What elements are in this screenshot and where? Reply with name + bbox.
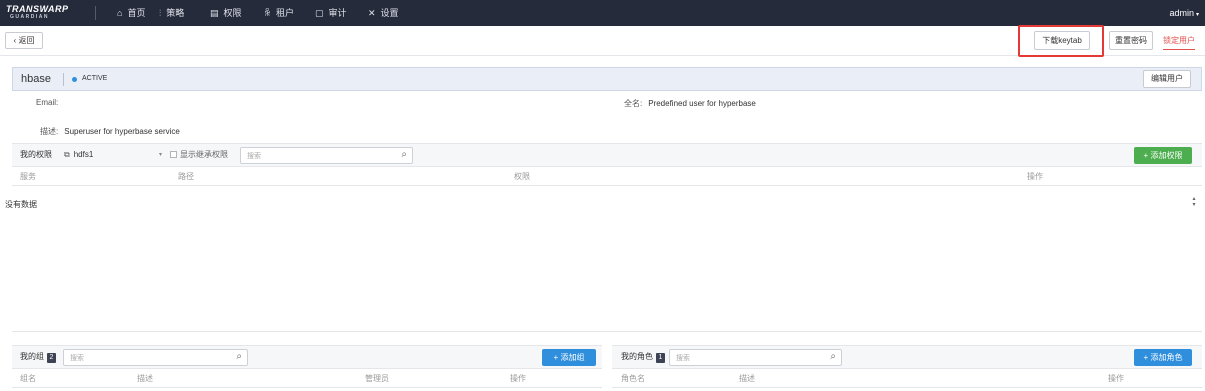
description-field: 描述: Superuser for hyperbase service bbox=[40, 126, 180, 137]
status-badge: ACTIVE bbox=[82, 75, 108, 82]
groups-title-label: 我的组 bbox=[20, 352, 44, 361]
reset-password-button[interactable]: 重置密码 bbox=[1109, 31, 1153, 50]
nav-item-label: 策略 bbox=[166, 8, 185, 18]
logo-subtext: GUARDIAN bbox=[10, 14, 49, 20]
home-icon: ⌂ bbox=[117, 8, 123, 18]
column-header: 管理员 bbox=[365, 374, 389, 383]
add-group-button[interactable]: + 添加组 bbox=[542, 349, 596, 366]
tools-icon: ✕ bbox=[368, 8, 376, 18]
description-value: Superuser for hyperbase service bbox=[64, 127, 180, 136]
document-icon: ▢ bbox=[315, 8, 324, 18]
column-header: 描述 bbox=[137, 374, 153, 383]
groups-table-header: 组名 描述 管理员 操作 bbox=[12, 370, 602, 388]
column-header: 路径 bbox=[178, 172, 194, 181]
role-search-input[interactable] bbox=[676, 352, 813, 364]
back-button[interactable]: ‹ 返回 bbox=[5, 32, 43, 49]
roles-title: 我的角色 1 bbox=[621, 346, 665, 368]
column-header: 描述 bbox=[739, 374, 755, 383]
groups-toolbar: 我的组2 ⌕ + 添加组 bbox=[12, 345, 602, 369]
search-icon[interactable]: ⌕ bbox=[401, 149, 407, 160]
lock-user-button[interactable]: 锁定用户 bbox=[1163, 31, 1195, 50]
section-divider bbox=[12, 331, 1202, 332]
edit-user-button[interactable]: 编辑用户 bbox=[1143, 70, 1191, 88]
nav-item-audit[interactable]: ▢ 审计 bbox=[315, 0, 347, 26]
column-header: 角色名 bbox=[621, 374, 645, 383]
scroll-stepper-icon[interactable]: ▴ ▾ bbox=[1190, 196, 1198, 210]
nav-item-label: 设置 bbox=[380, 8, 399, 18]
permission-search-input[interactable] bbox=[247, 150, 384, 162]
role-search: ⌕ bbox=[669, 349, 842, 366]
nav-item-label: 首页 bbox=[127, 8, 146, 18]
status-dot-icon bbox=[72, 77, 77, 82]
back-button-label: 返回 bbox=[18, 36, 35, 45]
service-select-value: hdfs1 bbox=[73, 150, 94, 159]
checkbox-box[interactable] bbox=[170, 151, 177, 158]
nav-item-label: 审计 bbox=[328, 8, 347, 18]
group-search: ⌕ bbox=[63, 349, 248, 366]
add-role-button[interactable]: + 添加角色 bbox=[1134, 349, 1192, 366]
column-header: 操作 bbox=[1027, 172, 1043, 181]
column-header: 服务 bbox=[20, 172, 36, 181]
username: admin bbox=[1169, 8, 1194, 18]
column-header: 操作 bbox=[510, 374, 526, 383]
fullname-field: 全名: Predefined user for hyperbase bbox=[624, 98, 756, 109]
nav-item-home[interactable]: ⌂ 首页 bbox=[117, 0, 145, 26]
top-navbar: TRANSWARP GUARDIAN ⌂ 首页 ⫶ 策略 ▤ 权限 ꆜ 租户 ▢ 审计 ✕… bbox=[0, 0, 1205, 26]
database-icon: ⧉ bbox=[64, 150, 70, 159]
empty-state-text: 没有数据 bbox=[5, 200, 37, 209]
permissions-title: 我的权限 bbox=[20, 150, 52, 159]
permission-search: ⌕ bbox=[240, 147, 413, 164]
user-menu[interactable]: admin ▾ bbox=[1169, 0, 1199, 26]
roles-count-badge: 1 bbox=[656, 353, 665, 363]
user-header: hbase ACTIVE 编辑用户 bbox=[12, 67, 1202, 91]
header-divider bbox=[63, 73, 64, 86]
server-icon: ▤ bbox=[210, 8, 219, 18]
column-header: 组名 bbox=[20, 374, 36, 383]
add-permission-button[interactable]: + 添加权限 bbox=[1134, 147, 1192, 164]
show-inherited-checkbox[interactable]: 显示继承权限 bbox=[170, 144, 228, 166]
search-icon[interactable]: ⌕ bbox=[830, 351, 836, 362]
sliders-icon: ⫶ bbox=[159, 8, 162, 18]
fullname-label: 全名: bbox=[624, 99, 643, 108]
roles-title-label: 我的角色 bbox=[621, 352, 653, 361]
nav-item-label: 权限 bbox=[223, 8, 242, 18]
chevron-down-icon: ▾ bbox=[1195, 12, 1199, 18]
nav-item-tenant[interactable]: ꆜ 租户 bbox=[264, 0, 294, 26]
service-select[interactable]: ⧉ hdfs1 ▾ bbox=[64, 147, 162, 163]
nav-item-label: 租户 bbox=[276, 8, 295, 18]
navbar-divider bbox=[95, 6, 96, 20]
roles-toolbar: 我的角色1 ⌕ + 添加角色 bbox=[612, 345, 1202, 369]
nav-item-settings[interactable]: ✕ 设置 bbox=[368, 0, 399, 26]
column-header: 权限 bbox=[514, 172, 530, 181]
groups-title: 我的组 2 bbox=[20, 346, 56, 368]
permissions-toolbar: 我的权限 ⧉hdfs1 ▾ 显示继承权限 ⌕ + 添加权限 bbox=[12, 143, 1202, 167]
action-toolbar: ‹ 返回 下载keytab 重置密码 锁定用户 bbox=[0, 26, 1205, 56]
chevron-down-icon: ▾ bbox=[158, 152, 162, 158]
nav-item-permission[interactable]: ▤ 权限 bbox=[210, 0, 242, 26]
brand-logo[interactable]: TRANSWARP GUARDIAN bbox=[6, 4, 72, 22]
nav-item-policy[interactable]: ⫶ 策略 bbox=[159, 0, 184, 26]
email-field: Email: bbox=[36, 98, 64, 107]
groups-count-badge: 2 bbox=[47, 353, 56, 363]
logo-text: TRANSWARP bbox=[6, 4, 69, 14]
users-icon: ꆜ bbox=[264, 8, 272, 18]
email-label: Email: bbox=[36, 98, 59, 107]
show-inherited-label: 显示继承权限 bbox=[180, 150, 228, 159]
group-search-input[interactable] bbox=[70, 352, 217, 364]
search-icon[interactable]: ⌕ bbox=[236, 351, 242, 362]
download-keytab-button[interactable]: 下载keytab bbox=[1034, 31, 1090, 50]
roles-table-header: 角色名 描述 操作 bbox=[612, 370, 1202, 388]
permissions-table-header: 服务 路径 权限 操作 bbox=[12, 168, 1202, 186]
chevron-left-icon: ‹ bbox=[13, 36, 17, 45]
fullname-value: Predefined user for hyperbase bbox=[648, 99, 756, 108]
description-label: 描述: bbox=[40, 127, 59, 136]
column-header: 操作 bbox=[1108, 374, 1124, 383]
user-name: hbase bbox=[21, 73, 51, 85]
